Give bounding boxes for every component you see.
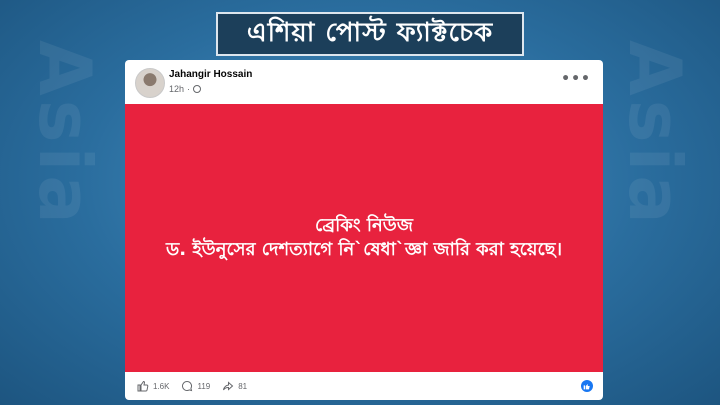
- like-reaction-icon[interactable]: [581, 380, 593, 392]
- post-meta: 12h ·: [169, 84, 202, 94]
- post-time[interactable]: 12h: [169, 84, 184, 94]
- comment-count: 119: [197, 381, 211, 391]
- comment-button[interactable]: 119: [181, 380, 210, 392]
- share-count: 81: [238, 381, 248, 391]
- watermark-right: Asia post: [613, 40, 697, 228]
- watermark-left: Asia post: [23, 40, 107, 228]
- factcheck-banner: এশিয়া পোস্ট ফ্যাক্টচেক: [216, 12, 524, 56]
- share-icon: [223, 381, 234, 391]
- post-actions-bar: 1.6K 119 81: [125, 372, 603, 400]
- post-header: Jahangir Hossain 12h · •••: [125, 60, 603, 104]
- banner-title: এশিয়া পোস্ট ফ্যাক্টচেক: [246, 18, 494, 48]
- more-dots-icon[interactable]: •••: [561, 72, 591, 86]
- headline-line-1: ব্রেকিং নিউজ: [315, 215, 413, 236]
- post-image: ব্রেকিং নিউজ ড. ইউনুসের দেশত্যাগে নি`ষেধ…: [125, 104, 603, 372]
- headline-line-2: ড. ইউনুসের দেশত্যাগে নি`ষেধা`জ্ঞা জারি ক…: [165, 239, 563, 260]
- thumbs-up-icon: [137, 380, 149, 392]
- like-count: 1.6K: [153, 381, 170, 391]
- share-button[interactable]: 81: [222, 380, 247, 392]
- like-button[interactable]: 1.6K: [137, 380, 169, 392]
- globe-icon: [193, 85, 202, 93]
- avatar[interactable]: [135, 68, 165, 98]
- comment-icon: [182, 380, 193, 392]
- post-author[interactable]: Jahangir Hossain: [169, 69, 252, 80]
- facebook-post-card: Jahangir Hossain 12h · ••• ব্রেকিং নিউজ …: [125, 60, 603, 400]
